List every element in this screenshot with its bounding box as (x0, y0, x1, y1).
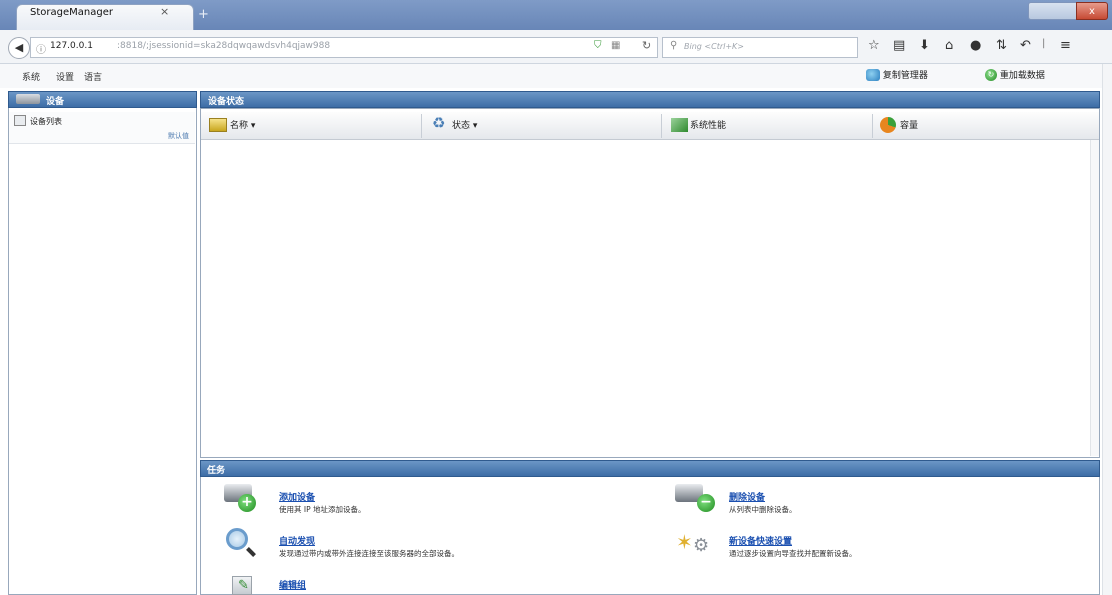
edit-group-link[interactable]: 编辑组 (279, 578, 306, 591)
reader-view-icon[interactable]: ▦ (611, 40, 620, 51)
menu-system[interactable]: 系统 (22, 70, 40, 83)
copy-manager-button[interactable]: 复制管理器 (866, 68, 928, 84)
info-icon[interactable]: ⓘ (36, 41, 46, 56)
menu-icon[interactable]: ≡ (1060, 38, 1071, 53)
device-table-header (201, 112, 1099, 140)
refresh-icon: ↻ (985, 68, 997, 81)
reload-icon[interactable]: ↻ (642, 39, 651, 52)
auto-discover-desc: 发现通过带内或带外连接连接至该服务器的全部设备。 (279, 549, 459, 558)
shield-icon[interactable]: ⛉ (594, 40, 602, 51)
url-path: :8818/;jsessionid=ska28dqwqawdsvh4qjaw98… (117, 41, 331, 51)
delete-device-link[interactable]: 删除设备 (729, 490, 765, 503)
table-scrollbar[interactable] (1090, 140, 1099, 456)
undo-icon[interactable]: ↶ (1020, 38, 1031, 53)
column-capacity[interactable]: 容量 (900, 118, 918, 131)
add-device-desc: 使用其 IP 地址添加设备。 (279, 505, 366, 514)
column-status[interactable]: 状态 ▾ (452, 118, 477, 131)
chat-icon[interactable]: ● (970, 38, 981, 53)
pencil-icon: ✎ (238, 578, 249, 593)
reload-data-label: 重加载数据 (999, 71, 1045, 81)
wizard-star-icon: ✶ (676, 530, 693, 554)
status-column-icon: ♻ (432, 114, 446, 132)
bookmark-star-icon[interactable]: ☆ (868, 38, 880, 53)
device-status-header (200, 91, 1100, 108)
menu-language[interactable]: 语言 (84, 70, 102, 83)
sync-icon[interactable]: ⇅ (996, 38, 1007, 53)
column-divider (872, 114, 873, 138)
plus-icon: + (238, 494, 256, 512)
capacity-pie-icon (880, 117, 896, 133)
tab-title: StorageManager (30, 7, 113, 18)
page-scrollbar[interactable] (1102, 64, 1112, 595)
new-tab-icon[interactable]: + (198, 7, 209, 22)
minus-icon: − (697, 494, 715, 512)
delete-device-desc: 从列表中删除设备。 (729, 505, 797, 514)
default-link[interactable]: 默认值 (168, 131, 189, 141)
device-status-title: 设备状态 (208, 97, 245, 107)
copy-manager-label: 复制管理器 (882, 71, 928, 81)
device-status-panel (200, 108, 1100, 458)
search-icon: ⚲ (670, 40, 678, 51)
magnifier-icon (226, 528, 248, 550)
search-placeholder: Bing <Ctrl+K> (684, 42, 744, 51)
toolbar-divider: | (1042, 38, 1046, 49)
device-tree-title: 设备 (46, 97, 65, 107)
storage-device-icon (16, 94, 40, 104)
reload-data-button[interactable]: ↻ 重加载数据 (985, 68, 1045, 84)
url-host: 127.0.0.1 (50, 41, 93, 51)
bookmarks-list-icon[interactable]: ▤ (893, 38, 905, 53)
add-device-link[interactable]: 添加设备 (279, 490, 315, 503)
app-menubar (0, 64, 1112, 88)
column-name[interactable]: 名称 ▾ (230, 118, 255, 131)
menu-settings[interactable]: 设置 (56, 70, 74, 83)
window-close-button[interactable]: x (1076, 2, 1108, 20)
name-column-icon (209, 118, 227, 132)
gear-icon: ⚙ (693, 535, 710, 556)
column-divider (661, 114, 662, 138)
quick-setup-desc: 通过逐步设置向导查找并配置新设备。 (729, 549, 857, 558)
tasks-panel (200, 477, 1100, 595)
device-tree-panel (8, 91, 197, 595)
column-performance[interactable]: 系统性能 (690, 118, 726, 131)
auto-discover-link[interactable]: 自动发现 (279, 534, 315, 547)
home-icon[interactable]: ⌂ (945, 38, 953, 53)
copy-manager-icon (866, 68, 880, 81)
tab-close-icon[interactable]: × (160, 5, 169, 18)
column-divider (421, 114, 422, 138)
download-icon[interactable]: ⬇ (919, 38, 930, 53)
quick-setup-link[interactable]: 新设备快速设置 (729, 534, 792, 547)
tasks-title: 任务 (207, 466, 226, 476)
back-button[interactable]: ◀ (8, 37, 30, 59)
performance-chart-icon (671, 118, 688, 132)
device-list-label: 设备列表 (30, 117, 62, 126)
tasks-header (200, 460, 1100, 477)
device-list-icon (14, 115, 26, 126)
